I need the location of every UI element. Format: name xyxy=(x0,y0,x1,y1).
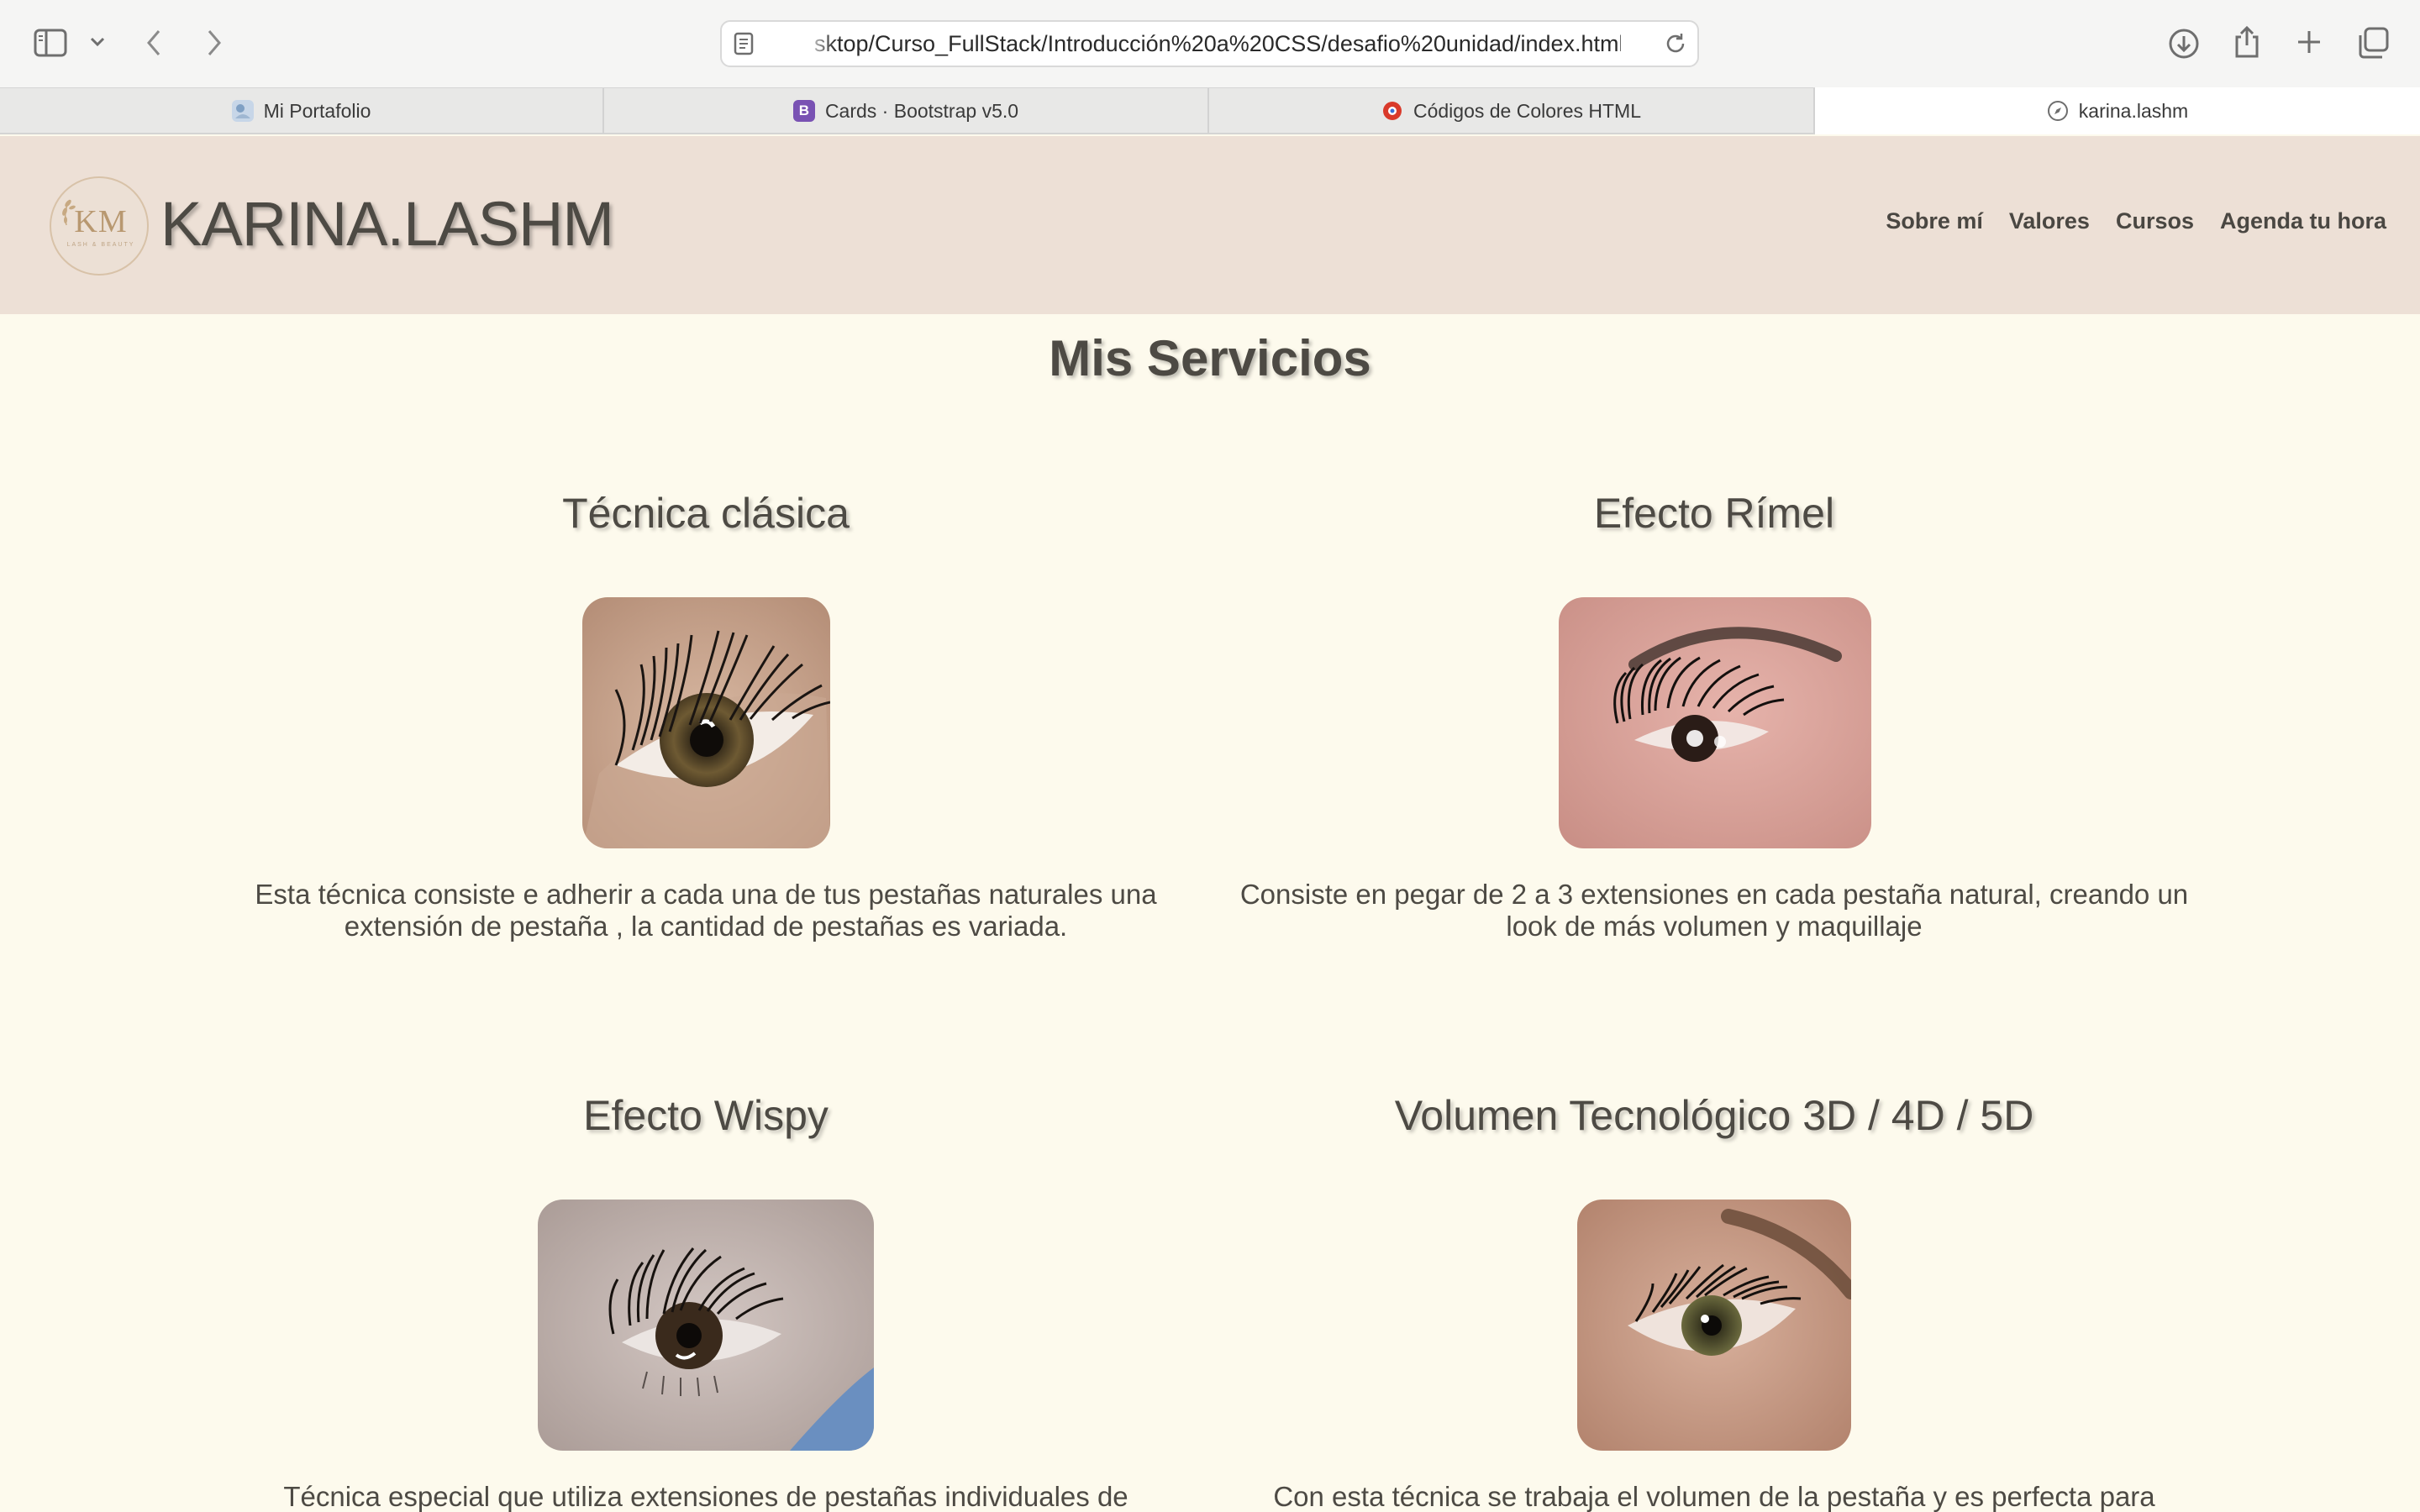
service-title: Volumen Tecnológico 3D / 4D / 5D xyxy=(1394,1092,2034,1139)
reload-icon[interactable] xyxy=(1664,32,1687,60)
wispy-effect-eye-photo xyxy=(538,1200,874,1451)
url-text[interactable]: sktop/Curso_FullStack/Introducción%20a%2… xyxy=(814,22,1621,66)
tab-cards-bootstrap[interactable]: B Cards · Bootstrap v5.0 xyxy=(604,88,1209,134)
classic-lash-eye-photo xyxy=(582,597,830,848)
service-description: Esta técnica consiste e adherir a cada u… xyxy=(255,879,1157,942)
service-description: Con esta técnica se trabaja el volumen d… xyxy=(1273,1481,2155,1512)
portfolio-favicon-icon xyxy=(231,100,254,122)
nav-link-cursos[interactable]: Cursos xyxy=(2116,208,2194,234)
forward-arrow-icon[interactable] xyxy=(202,25,227,60)
colors-favicon-icon xyxy=(1381,100,1403,122)
main-nav: Sobre mí Valores Cursos Agenda tu hora xyxy=(1886,208,2386,234)
tab-overview-icon[interactable] xyxy=(2356,26,2390,60)
tab-label: Cards · Bootstrap v5.0 xyxy=(824,99,1019,122)
nav-link-agenda[interactable]: Agenda tu hora xyxy=(2220,208,2386,234)
new-tab-icon[interactable] xyxy=(2294,27,2324,57)
brand-logo[interactable]: KM LASH & BEAUTY xyxy=(50,176,149,276)
service-card-wispy: Efecto Wispy Técnica especial que utiliz… xyxy=(202,1091,1210,1512)
page-icon xyxy=(734,32,754,60)
compass-icon xyxy=(2047,100,2069,122)
nav-link-sobre-mi[interactable]: Sobre mí xyxy=(1886,208,1983,234)
mascara-effect-eye-photo xyxy=(1559,597,1871,848)
nav-link-valores[interactable]: Valores xyxy=(2009,208,2090,234)
service-title: Efecto Wispy xyxy=(583,1092,829,1139)
tab-label: karina.lashm xyxy=(2078,99,2189,122)
tab-label: Códigos de Colores HTML xyxy=(1413,99,1641,122)
volume-lash-eye-photo xyxy=(1577,1200,1851,1451)
logo-tagline: LASH & BEAUTY xyxy=(66,242,135,248)
brand-name[interactable]: KARINA.LASHM xyxy=(160,188,614,260)
bootstrap-favicon-icon: B xyxy=(792,100,815,122)
back-arrow-icon[interactable] xyxy=(141,25,166,60)
sidebar-toggle-icon[interactable] xyxy=(32,26,69,60)
download-icon[interactable] xyxy=(2166,26,2202,61)
service-title: Técnica clásica xyxy=(562,490,850,537)
service-description: Técnica especial que utiliza extensiones… xyxy=(283,1481,1128,1512)
tab-codigos-colores[interactable]: Códigos de Colores HTML xyxy=(1209,88,1815,134)
site-header: KM LASH & BEAUTY KARINA.LASHM Sobre mí V… xyxy=(0,136,2420,314)
service-description: Consiste en pegar de 2 a 3 extensiones e… xyxy=(1239,879,2189,942)
tab-mi-portafolio[interactable]: Mi Portafolio xyxy=(0,88,604,134)
tab-label: Mi Portafolio xyxy=(263,99,371,122)
tab-bar: Mi Portafolio B Cards · Bootstrap v5.0 C… xyxy=(0,87,2420,134)
page-title: Mis Servicios xyxy=(1049,330,1371,386)
service-card-volumen: Volumen Tecnológico 3D / 4D / 5D Con est… xyxy=(1239,1091,2189,1512)
share-icon[interactable] xyxy=(2230,24,2264,60)
chevron-down-icon[interactable] xyxy=(87,32,108,52)
service-card-rimel: Efecto Rímel Consiste en pegar de 2 a 3 … xyxy=(1239,489,2189,942)
browser-toolbar: sktop/Curso_FullStack/Introducción%20a%2… xyxy=(0,0,2420,87)
service-title: Efecto Rímel xyxy=(1593,490,1835,537)
tab-karina-lashm[interactable]: karina.lashm xyxy=(1815,87,2420,134)
service-card-clasica: Técnica clásica Esta técnica consiste e … xyxy=(202,489,1210,942)
logo-monogram: KM xyxy=(74,204,128,239)
address-bar[interactable]: sktop/Curso_FullStack/Introducción%20a%2… xyxy=(720,20,1699,67)
